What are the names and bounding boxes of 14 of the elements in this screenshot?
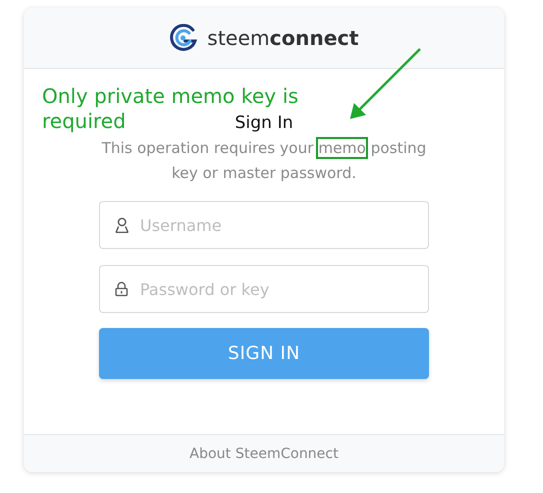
- user-icon: [115, 217, 129, 233]
- sign-in-title: Sign In: [234, 112, 294, 134]
- lock-icon: [115, 282, 128, 296]
- username-field[interactable]: Username: [99, 201, 429, 249]
- pointer-arrow: [350, 48, 421, 119]
- about-link[interactable]: About SteemConnect: [190, 446, 338, 462]
- sign-in-button[interactable]: SIGN IN: [99, 328, 429, 379]
- annotation-text: required: [42, 109, 126, 134]
- logo-icon: [169, 24, 198, 52]
- brand-name: steemconnect: [207, 26, 359, 50]
- description-text: This operation requires your memo posting key or master password.: [100, 138, 428, 184]
- password-field[interactable]: Password or key: [99, 265, 429, 313]
- highlight-box: memo: [318, 139, 366, 157]
- annotation-text: Only private memo key is: [42, 84, 298, 109]
